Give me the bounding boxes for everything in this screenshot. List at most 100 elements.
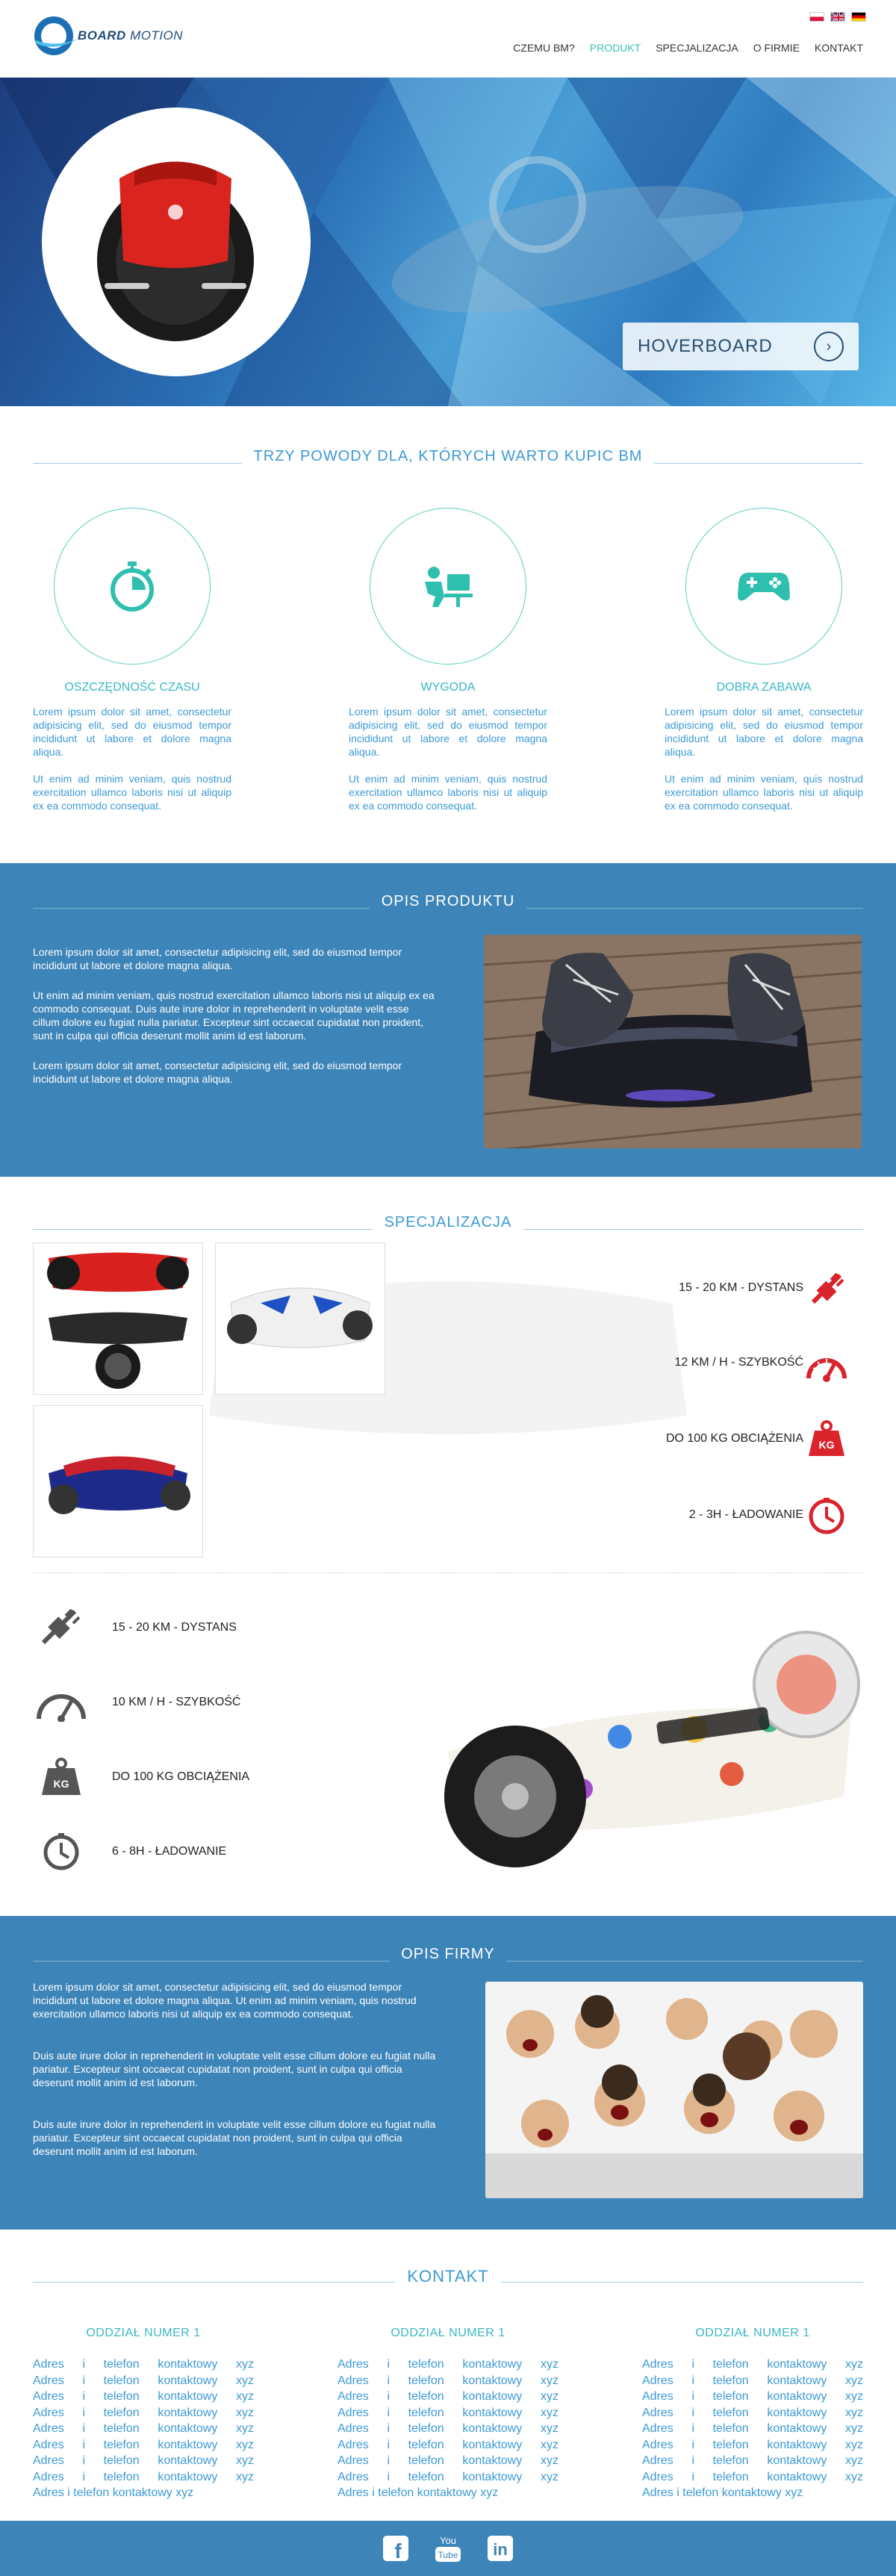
main-nav: CZEMU BM? PRODUKT SPECJALIZACJA O FIRMIE… bbox=[513, 42, 863, 54]
branch-heading: ODDZIAŁ NUMER 1 bbox=[695, 2327, 810, 2339]
white-hoverboard-thumbnail[interactable] bbox=[215, 1242, 385, 1395]
company-paragraph: Duis aute irure dolor in reprehenderit i… bbox=[33, 2118, 436, 2157]
reasons-title: TRZY POWODY DLA, KTÓRYCH WARTO KUPIC BM bbox=[241, 448, 655, 464]
branch-line: Adres i telefon kontaktowy xyz bbox=[642, 2374, 863, 2387]
spec-label: 15 - 20 KM - DYSTANS bbox=[679, 1281, 803, 1294]
spec-label: 2 - 3H - ŁADOWANIE bbox=[688, 1508, 803, 1521]
branch-line: Adres i telefon kontaktowy xyz bbox=[337, 2486, 499, 2499]
chevron-right-icon: › bbox=[814, 332, 844, 361]
spec-label: DO 100 KG OBCIĄŻENIA bbox=[665, 1432, 803, 1445]
branch-line: Adres i telefon kontaktowy xyz bbox=[337, 2390, 559, 2403]
branch-line: Adres i telefon kontaktowy xyz bbox=[642, 2486, 803, 2499]
branch-line: Adres i telefon kontaktowy xyz bbox=[337, 2454, 559, 2467]
branch-line: Adres i telefon kontaktowy xyz bbox=[642, 2390, 863, 2403]
contact-title: KONTAKT bbox=[395, 2267, 501, 2286]
linkedin-icon[interactable]: in bbox=[488, 2536, 513, 2561]
branch-line: Adres i telefon kontaktowy xyz bbox=[33, 2470, 254, 2483]
blue-red-hoverboard-thumbnail[interactable] bbox=[33, 1405, 203, 1558]
branch-card: ODDZIAŁ NUMER 1 Adres i telefon kontakto… bbox=[337, 2327, 559, 2501]
branch-line: Adres i telefon kontaktowy xyz bbox=[337, 2406, 559, 2419]
site-footer: f You Tube in bbox=[0, 2521, 896, 2576]
graffiti-hoverboard-image bbox=[444, 1631, 860, 1867]
unicycle-image bbox=[97, 161, 254, 341]
logo-mark-icon bbox=[34, 16, 78, 55]
feature-label: 10 KM / H - SZYBKOŚĆ bbox=[112, 1696, 241, 1708]
reason-card: DOBRA ZABAWA Lorem ipsum dolor sit amet,… bbox=[665, 508, 863, 812]
feature-row: 10 KM / H - SZYBKOŚĆ bbox=[33, 1683, 240, 1722]
feature-row: KG DO 100 KG OBCIĄŻENIA bbox=[33, 1758, 249, 1796]
spec-row: 2 - 3H - ŁADOWANIE bbox=[689, 1508, 803, 1522]
hoverboard-button[interactable]: HOVERBOARD › bbox=[623, 323, 859, 370]
branch-line: Adres i telefon kontaktowy xyz bbox=[33, 2454, 254, 2467]
nav-item-o-firmie[interactable]: O FIRMIE bbox=[753, 42, 800, 54]
branch-line: Adres i telefon kontaktowy xyz bbox=[337, 2374, 559, 2387]
features-section: 15 - 20 KM - DYSTANS 10 KM / H - SZYBKOŚ… bbox=[0, 1580, 896, 1916]
branch-line: Adres i telefon kontaktowy xyz bbox=[642, 2438, 863, 2451]
company-description-title: OPIS FIRMY bbox=[389, 1946, 507, 1962]
nav-item-specjalizacja[interactable]: SPECJALIZACJA bbox=[656, 42, 738, 54]
specialization-title: SPECJALIZACJA bbox=[372, 1214, 524, 1231]
branch-line: Adres i telefon kontaktowy xyz bbox=[642, 2454, 863, 2467]
svg-text:f: f bbox=[394, 2539, 402, 2561]
branch-heading: ODDZIAŁ NUMER 1 bbox=[391, 2327, 505, 2339]
happy-people-photo bbox=[485, 1982, 863, 2198]
product-paragraph: Ut enim ad minim veniam, quis nostrud ex… bbox=[33, 989, 435, 1042]
logo-text-light: MOTION bbox=[125, 28, 184, 43]
logo[interactable]: BOARD MOTION bbox=[33, 13, 184, 58]
weight-icon: KG bbox=[809, 1420, 844, 1456]
spec-row: 12 KM / H - SZYBKOŚĆ bbox=[675, 1356, 803, 1369]
speedometer-icon bbox=[806, 1358, 847, 1382]
plug-icon bbox=[811, 1272, 844, 1304]
spec-label: 12 KM / H - SZYBKOŚĆ bbox=[674, 1356, 803, 1369]
feature-row: 6 - 8H - ŁADOWANIE bbox=[33, 1832, 226, 1871]
branch-line: Adres i telefon kontaktowy xyz bbox=[337, 2438, 559, 2451]
product-description-section: OPIS PRODUKTU Lorem ipsum dolor sit amet… bbox=[0, 863, 896, 1177]
reason-text: Ut enim ad minim veniam, quis nostrud ex… bbox=[33, 773, 231, 812]
weight-icon-label: KG bbox=[819, 1439, 835, 1451]
branch-line: Adres i telefon kontaktowy xyz bbox=[33, 2422, 254, 2435]
branch-heading: ODDZIAŁ NUMER 1 bbox=[86, 2327, 201, 2339]
youtube-icon[interactable]: You Tube bbox=[435, 2535, 461, 2562]
hoverboard-shoes-photo bbox=[484, 935, 862, 1148]
nav-item-czemu-bm[interactable]: CZEMU BM? bbox=[513, 42, 574, 54]
desk-worker-icon bbox=[425, 567, 473, 607]
branch-line: Adres i telefon kontaktowy xyz bbox=[337, 2470, 559, 2483]
pl-flag[interactable] bbox=[809, 12, 824, 22]
branch-line: Adres i telefon kontaktowy xyz bbox=[33, 2358, 254, 2371]
branch-line: Adres i telefon kontaktowy xyz bbox=[642, 2406, 863, 2419]
uk-flag[interactable] bbox=[830, 12, 845, 22]
speedometer-icon bbox=[37, 1694, 86, 1722]
facebook-icon[interactable]: f bbox=[383, 2536, 408, 2561]
branch-line: Adres i telefon kontaktowy xyz bbox=[642, 2422, 863, 2435]
svg-text:in: in bbox=[493, 2540, 508, 2559]
de-flag[interactable] bbox=[851, 12, 866, 22]
clock-icon bbox=[43, 1833, 79, 1870]
gamepad-icon bbox=[738, 573, 790, 601]
nav-item-kontakt[interactable]: KONTAKT bbox=[815, 42, 863, 54]
svg-text:Tube: Tube bbox=[438, 2550, 458, 2560]
branch-line: Adres i telefon kontaktowy xyz bbox=[33, 2390, 254, 2403]
contact-section: KONTAKT ODDZIAŁ NUMER 1 Adres i telefon … bbox=[0, 2230, 896, 2530]
red-hoverboard-thumbnail[interactable] bbox=[33, 1242, 203, 1395]
branch-line: Adres i telefon kontaktowy xyz bbox=[337, 2358, 559, 2371]
reason-heading: WYGODA bbox=[420, 681, 476, 694]
clock-icon bbox=[809, 1498, 844, 1534]
reason-card: OSZCZĘDNOŚĆ CZASU Lorem ipsum dolor sit … bbox=[33, 508, 231, 812]
company-paragraph: Duis aute irure dolor in reprehenderit i… bbox=[33, 2050, 436, 2088]
reason-text: Ut enim ad minim veniam, quis nostrud ex… bbox=[665, 773, 863, 812]
reason-text: Lorem ipsum dolor sit amet, consectetur … bbox=[349, 706, 547, 758]
branch-line: Adres i telefon kontaktowy xyz bbox=[33, 2406, 254, 2419]
reason-text: Lorem ipsum dolor sit amet, consectetur … bbox=[665, 706, 863, 758]
plug-icon bbox=[41, 1608, 81, 1645]
branch-line: Adres i telefon kontaktowy xyz bbox=[642, 2470, 863, 2483]
spec-row: DO 100 KG OBCIĄŻENIA bbox=[666, 1432, 803, 1446]
feature-label: 6 - 8H - ŁADOWANIE bbox=[112, 1845, 227, 1858]
branch-line: Adres i telefon kontaktowy xyz bbox=[33, 2486, 194, 2499]
feature-row: 15 - 20 KM - DYSTANS bbox=[33, 1608, 237, 1647]
site-header: BOARD MOTION CZEMU BM? PRODUKT SPECJALIZ… bbox=[0, 0, 896, 78]
stopwatch-icon bbox=[111, 561, 154, 612]
weight-icon: KG bbox=[42, 1758, 81, 1795]
nav-item-produkt[interactable]: PRODUKT bbox=[590, 42, 641, 54]
spec-row: 15 - 20 KM - DYSTANS bbox=[679, 1281, 803, 1295]
feature-label: 15 - 20 KM - DYSTANS bbox=[112, 1621, 237, 1634]
